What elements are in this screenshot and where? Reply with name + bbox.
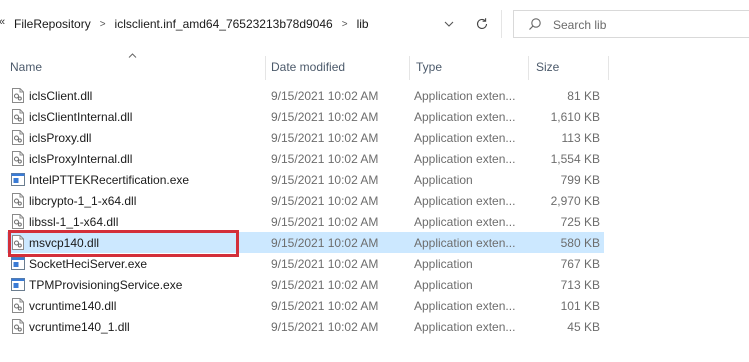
dll-file-icon	[11, 109, 25, 124]
file-type: Application	[414, 257, 473, 271]
file-size: 767 KB	[560, 257, 600, 271]
file-type: Application exten...	[414, 320, 516, 334]
column-divider[interactable]	[528, 56, 529, 80]
file-type: Application	[414, 278, 473, 292]
dll-file-icon	[11, 298, 25, 313]
file-size: 1,554 KB	[550, 152, 600, 166]
search-placeholder: Search lib	[553, 18, 607, 32]
file-row[interactable]: libcrypto-1_1-x64.dll 9/15/2021 10:02 AM A…	[7, 190, 604, 211]
file-date-modified: 9/15/2021 10:02 AM	[271, 131, 379, 145]
divider	[501, 10, 502, 38]
file-type: Application exten...	[414, 89, 516, 103]
highlight-box	[8, 230, 239, 257]
file-type: Application exten...	[414, 152, 516, 166]
file-type: Application exten...	[414, 236, 516, 250]
file-name: iclsProxy.dll	[29, 131, 92, 145]
file-name: libcrypto-1_1-x64.dll	[29, 194, 137, 208]
chevron-right-icon[interactable]: >	[100, 19, 106, 30]
file-row[interactable]: TPMProvisioningService.exe 9/15/2021 10:0…	[7, 274, 604, 295]
file-size: 799 KB	[560, 173, 600, 187]
file-size: 1,610 KB	[550, 110, 600, 124]
column-header-type[interactable]: Type	[416, 60, 442, 74]
file-date-modified: 9/15/2021 10:02 AM	[271, 110, 379, 124]
dll-file-icon	[11, 214, 25, 229]
file-name: iclsProxyInternal.dll	[29, 152, 133, 166]
file-row[interactable]: iclsProxy.dll 9/15/2021 10:02 AM Applicati…	[7, 127, 604, 148]
refresh-icon[interactable]	[470, 12, 494, 36]
breadcrumb-item-iclsclient[interactable]: iclsclient.inf_amd64_76523213b78d9046	[115, 17, 333, 31]
file-row[interactable]: vcruntime140.dll 9/15/2021 10:02 AM Applic…	[7, 295, 604, 316]
breadcrumb-item-filerepository[interactable]: FileRepository	[14, 17, 91, 31]
file-size: 45 KB	[567, 320, 600, 334]
file-row[interactable]: iclsClient.dll 9/15/2021 10:02 AM Applicat…	[7, 85, 604, 106]
file-date-modified: 9/15/2021 10:02 AM	[271, 236, 379, 250]
file-date-modified: 9/15/2021 10:02 AM	[271, 89, 379, 103]
file-size: 101 KB	[560, 299, 600, 313]
dll-file-icon	[11, 88, 25, 103]
file-type: Application exten...	[414, 299, 516, 313]
file-size: 713 KB	[560, 278, 600, 292]
file-date-modified: 9/15/2021 10:02 AM	[271, 320, 379, 334]
column-header-date[interactable]: Date modified	[271, 60, 345, 74]
file-name: IntelPTTEKRecertification.exe	[29, 173, 190, 187]
breadcrumb: FileRepository > iclsclient.inf_amd64_76…	[14, 17, 369, 31]
chevron-down-icon[interactable]	[441, 14, 457, 34]
column-divider[interactable]	[409, 56, 410, 80]
chevron-right-icon[interactable]: >	[342, 19, 348, 30]
file-name: SocketHeciServer.exe	[29, 257, 148, 271]
column-divider[interactable]	[265, 56, 266, 80]
file-size: 725 KB	[560, 215, 600, 229]
column-header-row	[0, 52, 749, 80]
file-size: 113 KB	[561, 131, 600, 145]
file-size: 2,970 KB	[550, 194, 600, 208]
dll-file-icon	[11, 151, 25, 166]
file-row[interactable]: IntelPTTEKRecertification.exe 9/15/2021 1…	[7, 169, 604, 190]
file-size: 81 KB	[567, 89, 600, 103]
file-date-modified: 9/15/2021 10:02 AM	[271, 194, 379, 208]
column-divider[interactable]	[608, 56, 609, 80]
file-type: Application	[414, 173, 473, 187]
search-box[interactable]: Search lib	[513, 10, 749, 38]
exe-file-icon	[11, 172, 25, 187]
breadcrumb-item-lib[interactable]: lib	[357, 17, 369, 31]
file-date-modified: 9/15/2021 10:02 AM	[271, 278, 379, 292]
chevron-left-icon[interactable]: «	[0, 16, 9, 28]
file-name: iclsClientInternal.dll	[29, 110, 133, 124]
file-row[interactable]: iclsProxyInternal.dll 9/15/2021 10:02 AM A…	[7, 148, 604, 169]
file-type: Application exten...	[414, 131, 516, 145]
file-date-modified: 9/15/2021 10:02 AM	[271, 299, 379, 313]
address-bar: « FileRepository > iclsclient.inf_amd64_…	[0, 0, 749, 48]
file-date-modified: 9/15/2021 10:02 AM	[271, 173, 379, 187]
file-row[interactable]: vcruntime140_1.dll 9/15/2021 10:02 AM Appl…	[7, 316, 604, 337]
column-header-size[interactable]: Size	[536, 60, 559, 74]
file-name: libssl-1_1-x64.dll	[29, 215, 119, 229]
column-header-name[interactable]: Name	[10, 60, 42, 74]
file-row[interactable]: libssl-1_1-x64.dll 9/15/2021 10:02 AM Appl…	[7, 211, 604, 232]
sort-ascending-icon	[128, 50, 137, 60]
file-date-modified: 9/15/2021 10:02 AM	[271, 257, 379, 271]
file-size: 580 KB	[560, 236, 600, 250]
file-name: iclsClient.dll	[29, 89, 93, 103]
file-type: Application exten...	[414, 215, 516, 229]
file-date-modified: 9/15/2021 10:02 AM	[271, 215, 379, 229]
file-type: Application exten...	[414, 194, 516, 208]
exe-file-icon	[11, 256, 25, 271]
exe-file-icon	[11, 277, 25, 292]
dll-file-icon	[11, 319, 25, 334]
file-name: TPMProvisioningService.exe	[29, 278, 183, 292]
dll-file-icon	[11, 193, 25, 208]
file-name: vcruntime140.dll	[29, 299, 117, 313]
file-type: Application exten...	[414, 110, 516, 124]
file-date-modified: 9/15/2021 10:02 AM	[271, 152, 379, 166]
file-row[interactable]: iclsClientInternal.dll 9/15/2021 10:02 AM…	[7, 106, 604, 127]
search-icon	[528, 17, 542, 34]
dll-file-icon	[11, 130, 25, 145]
file-name: vcruntime140_1.dll	[29, 320, 130, 334]
